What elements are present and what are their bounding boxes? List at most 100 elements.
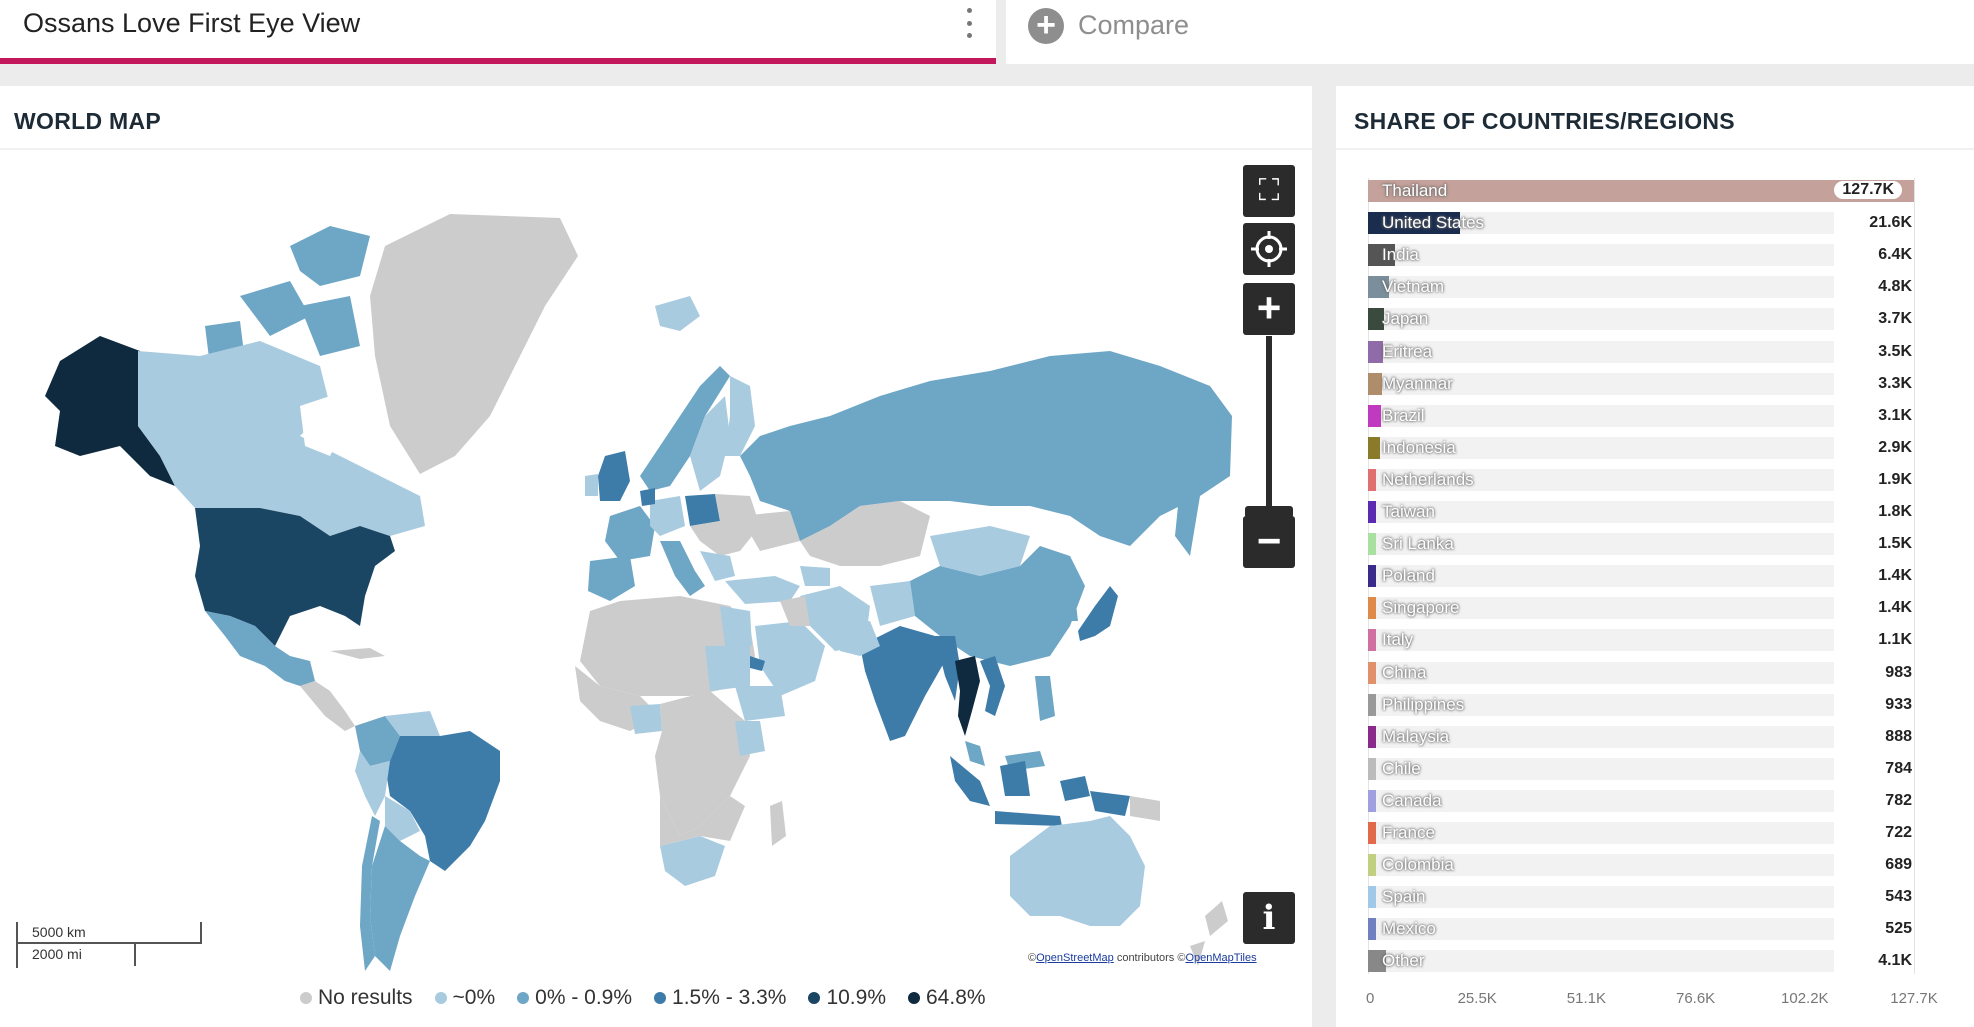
bar-row[interactable]: China 983 bbox=[1368, 661, 1914, 684]
canada-islands-region[interactable] bbox=[205, 226, 370, 366]
add-circle-icon: + bbox=[1028, 8, 1064, 44]
bar-track bbox=[1368, 308, 1834, 331]
australia-region[interactable] bbox=[1010, 816, 1145, 926]
central-america-region[interactable] bbox=[300, 681, 355, 731]
bar-track bbox=[1368, 950, 1834, 973]
openstreetmap-link[interactable]: OpenStreetMap bbox=[1036, 952, 1114, 964]
iceland-region[interactable] bbox=[655, 296, 700, 331]
divider bbox=[1336, 148, 1974, 150]
ireland-region[interactable] bbox=[585, 474, 598, 496]
italy-region[interactable] bbox=[660, 541, 705, 596]
bar-row[interactable]: Malaysia 888 bbox=[1368, 725, 1914, 748]
bar-row[interactable]: Indonesia 2.9K bbox=[1368, 436, 1914, 459]
more-menu-icon[interactable] bbox=[964, 8, 974, 38]
nigeria-region[interactable] bbox=[630, 704, 662, 734]
russia-region[interactable] bbox=[740, 351, 1232, 546]
saudi-region[interactable] bbox=[755, 621, 825, 696]
bar-row[interactable]: Spain 543 bbox=[1368, 886, 1914, 909]
bar-row[interactable]: Thailand 127.7K bbox=[1368, 180, 1914, 202]
bar-track bbox=[1368, 629, 1834, 652]
united-kingdom-region[interactable] bbox=[598, 451, 630, 501]
argentina-region[interactable] bbox=[370, 826, 430, 971]
bar-row[interactable]: Sri Lanka 1.5K bbox=[1368, 533, 1914, 556]
vietnam-region[interactable] bbox=[980, 656, 1005, 716]
caucasus-region[interactable] bbox=[800, 566, 830, 586]
iraq-region[interactable] bbox=[780, 596, 810, 626]
scale-mi-label: 2000 mi bbox=[32, 946, 82, 962]
plus-icon: + bbox=[1256, 284, 1282, 331]
crop-button[interactable]: ⛶ bbox=[1243, 165, 1295, 217]
spain-region[interactable] bbox=[588, 556, 635, 601]
legend-item: 0% - 0.9% bbox=[517, 986, 632, 1010]
afghanistan-region[interactable] bbox=[870, 581, 915, 626]
ethiopia-region[interactable] bbox=[735, 686, 785, 721]
bar-row[interactable]: United States 21.6K bbox=[1368, 212, 1914, 235]
germany-region[interactable] bbox=[650, 496, 685, 536]
madagascar-region[interactable] bbox=[770, 801, 786, 846]
compare-label: Compare bbox=[1078, 10, 1190, 40]
zoom-in-button[interactable]: + bbox=[1243, 283, 1295, 335]
legend-item: 64.8% bbox=[908, 986, 986, 1010]
crop-icon: ⛶ bbox=[1258, 174, 1280, 207]
balkans-region[interactable] bbox=[700, 551, 735, 581]
egypt-region[interactable] bbox=[720, 606, 752, 646]
locate-button[interactable] bbox=[1243, 223, 1295, 275]
france-region[interactable] bbox=[605, 506, 655, 561]
zoom-out-button[interactable]: − bbox=[1243, 516, 1295, 568]
zoom-slider-track[interactable] bbox=[1266, 336, 1272, 516]
bar-label: Canada bbox=[1382, 790, 1442, 810]
bar bbox=[1368, 886, 1376, 909]
world-map-panel: WORLD MAP ⛶ + − i 5000 km 2000 mi ©OpenS… bbox=[0, 86, 1312, 1027]
bar-row[interactable]: Myanmar 3.3K bbox=[1368, 372, 1914, 395]
bar-row[interactable]: Italy 1.1K bbox=[1368, 629, 1914, 652]
bar-row[interactable]: Chile 784 bbox=[1368, 757, 1914, 780]
sudan-region[interactable] bbox=[705, 646, 750, 691]
bar-label: Spain bbox=[1382, 887, 1426, 907]
bar-label: Colombia bbox=[1382, 855, 1454, 875]
legend-dot bbox=[908, 992, 920, 1004]
bar-row[interactable]: Poland 1.4K bbox=[1368, 565, 1914, 588]
bar-row[interactable]: Singapore 1.4K bbox=[1368, 597, 1914, 620]
bar-row[interactable]: India 6.4K bbox=[1368, 244, 1914, 267]
bar-row[interactable]: Brazil 3.1K bbox=[1368, 404, 1914, 427]
bar-row[interactable]: Taiwan 1.8K bbox=[1368, 501, 1914, 523]
poland-region[interactable] bbox=[685, 494, 720, 526]
openmaptiles-link[interactable]: OpenMapTiles bbox=[1185, 952, 1256, 964]
bar-row[interactable]: Japan 3.7K bbox=[1368, 308, 1914, 331]
legend-dot bbox=[654, 992, 667, 1004]
png-region[interactable] bbox=[1130, 796, 1160, 821]
korea-region[interactable] bbox=[1060, 596, 1078, 621]
finland-region[interactable] bbox=[725, 376, 755, 456]
bar-track bbox=[1368, 244, 1834, 267]
bar-track bbox=[1368, 565, 1834, 588]
bar-label: Thailand bbox=[1382, 181, 1448, 200]
bar-row[interactable]: Colombia 689 bbox=[1368, 854, 1914, 877]
share-title: SHARE OF COUNTRIES/REGIONS bbox=[1354, 108, 1735, 134]
netherlands-region[interactable] bbox=[640, 488, 655, 506]
bar-track bbox=[1368, 340, 1834, 363]
bar-row[interactable]: Mexico 525 bbox=[1368, 918, 1914, 941]
info-button[interactable]: i bbox=[1243, 892, 1295, 944]
caribbean-region[interactable] bbox=[330, 648, 385, 659]
bar-value-label: 1.1K bbox=[1878, 631, 1912, 649]
tab-dashboard[interactable]: Ossans Love First Eye View bbox=[0, 0, 996, 64]
bar-row[interactable]: Vietnam 4.8K bbox=[1368, 276, 1914, 299]
bar-row[interactable]: Netherlands 1.9K bbox=[1368, 468, 1914, 491]
kenya-region[interactable] bbox=[735, 721, 765, 756]
world-map[interactable] bbox=[0, 156, 1235, 976]
bar-row[interactable]: Philippines 933 bbox=[1368, 693, 1914, 716]
bar-row[interactable]: France 722 bbox=[1368, 822, 1914, 844]
bar bbox=[1368, 501, 1376, 523]
greenland-region[interactable] bbox=[370, 214, 578, 474]
compare-tab[interactable]: + Compare bbox=[1006, 0, 1974, 64]
scale-bar: 5000 km 2000 mi bbox=[16, 922, 206, 968]
philippines-region[interactable] bbox=[1035, 676, 1055, 721]
x-tick-label: 127.7K bbox=[1890, 990, 1938, 1007]
thailand-region[interactable] bbox=[955, 656, 980, 736]
bar-row[interactable]: Eritrea 3.5K bbox=[1368, 340, 1914, 363]
bar-label: United States bbox=[1382, 213, 1485, 233]
bar-row[interactable]: Other 4.1K bbox=[1368, 950, 1914, 973]
japan-region[interactable] bbox=[1078, 586, 1118, 641]
ukraine-region[interactable] bbox=[740, 511, 800, 551]
bar-row[interactable]: Canada 782 bbox=[1368, 789, 1914, 812]
